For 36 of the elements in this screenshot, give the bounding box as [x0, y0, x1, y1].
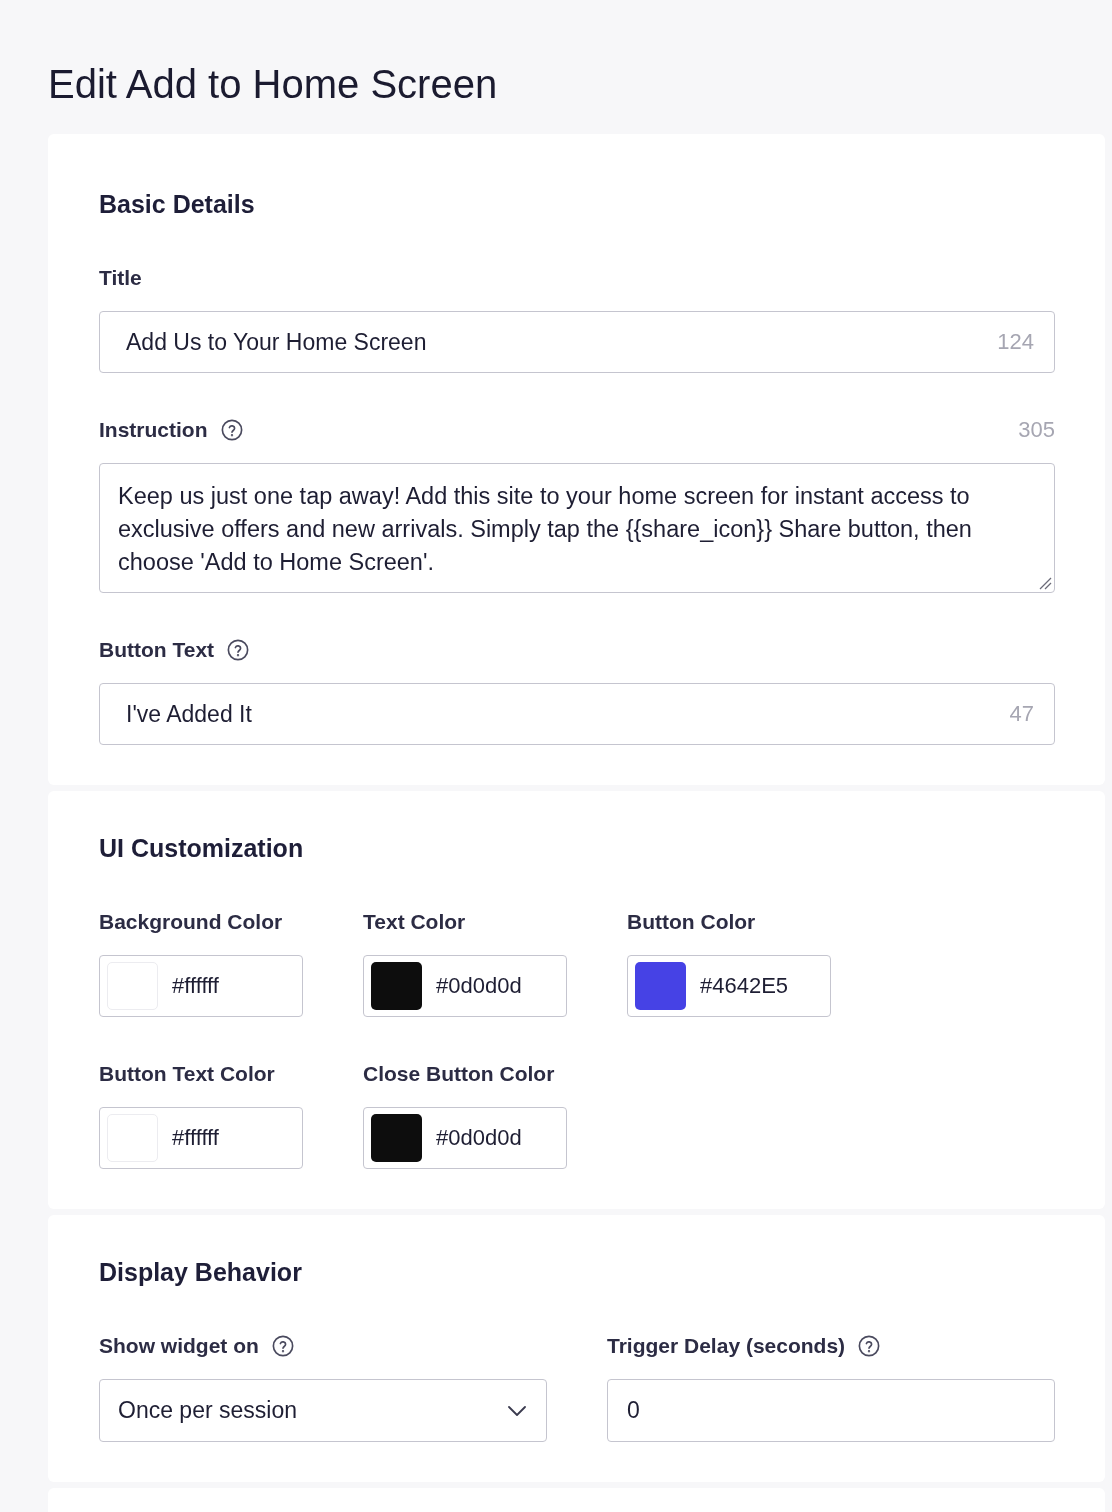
field-label: Button Text Color: [99, 1061, 275, 1087]
field-label: Button Color: [627, 909, 756, 935]
help-icon[interactable]: [858, 1335, 881, 1357]
character-count: 305: [1018, 417, 1055, 443]
color-input[interactable]: #4642E5: [627, 955, 831, 1017]
help-icon[interactable]: [271, 1335, 294, 1357]
textarea-input[interactable]: Keep us just one tap away! Add this site to your home screen for instant access to exclusive offers and new arrivals. Simply tap the {{share_icon}} Share button, then choose 'Add to Home Screen'.: [99, 463, 1055, 593]
resize-handle-icon[interactable]: [1039, 577, 1052, 590]
color-input[interactable]: #ffffff: [99, 1107, 303, 1169]
field-label: Background Color: [99, 909, 283, 935]
chevron-down-icon: [508, 1405, 526, 1416]
character-count: 124: [997, 329, 1034, 355]
field-label: Instruction: [99, 417, 208, 443]
number-input[interactable]: 0: [607, 1379, 1055, 1442]
color-swatch-icon[interactable]: [371, 962, 422, 1010]
color-input[interactable]: #ffffff: [99, 955, 303, 1017]
help-icon[interactable]: [227, 639, 250, 661]
field-label: Text Color: [363, 909, 466, 935]
field-label: Button Text: [99, 637, 215, 663]
color-input[interactable]: #0d0d0d: [363, 955, 567, 1017]
section-title: Display Behavior: [99, 1257, 302, 1287]
field-label: Show widget on: [99, 1333, 259, 1359]
dropdown-select[interactable]: Once per session: [99, 1379, 547, 1442]
section-title: UI Customization: [99, 833, 304, 863]
character-count: 47: [1009, 701, 1034, 727]
field-label: Title: [99, 265, 142, 291]
field-label: Trigger Delay (seconds): [607, 1333, 846, 1359]
help-icon[interactable]: [220, 419, 243, 441]
section-title: Basic Details: [99, 189, 255, 219]
page-title: Edit Add to Home Screen: [48, 62, 498, 106]
text-input[interactable]: I've Added It 47: [99, 683, 1055, 745]
color-swatch-icon[interactable]: [371, 1114, 422, 1162]
color-input[interactable]: #0d0d0d: [363, 1107, 567, 1169]
color-swatch-icon[interactable]: [635, 962, 686, 1010]
text-input[interactable]: Add Us to Your Home Screen 124: [99, 311, 1055, 373]
field-label: Close Button Color: [363, 1061, 555, 1087]
